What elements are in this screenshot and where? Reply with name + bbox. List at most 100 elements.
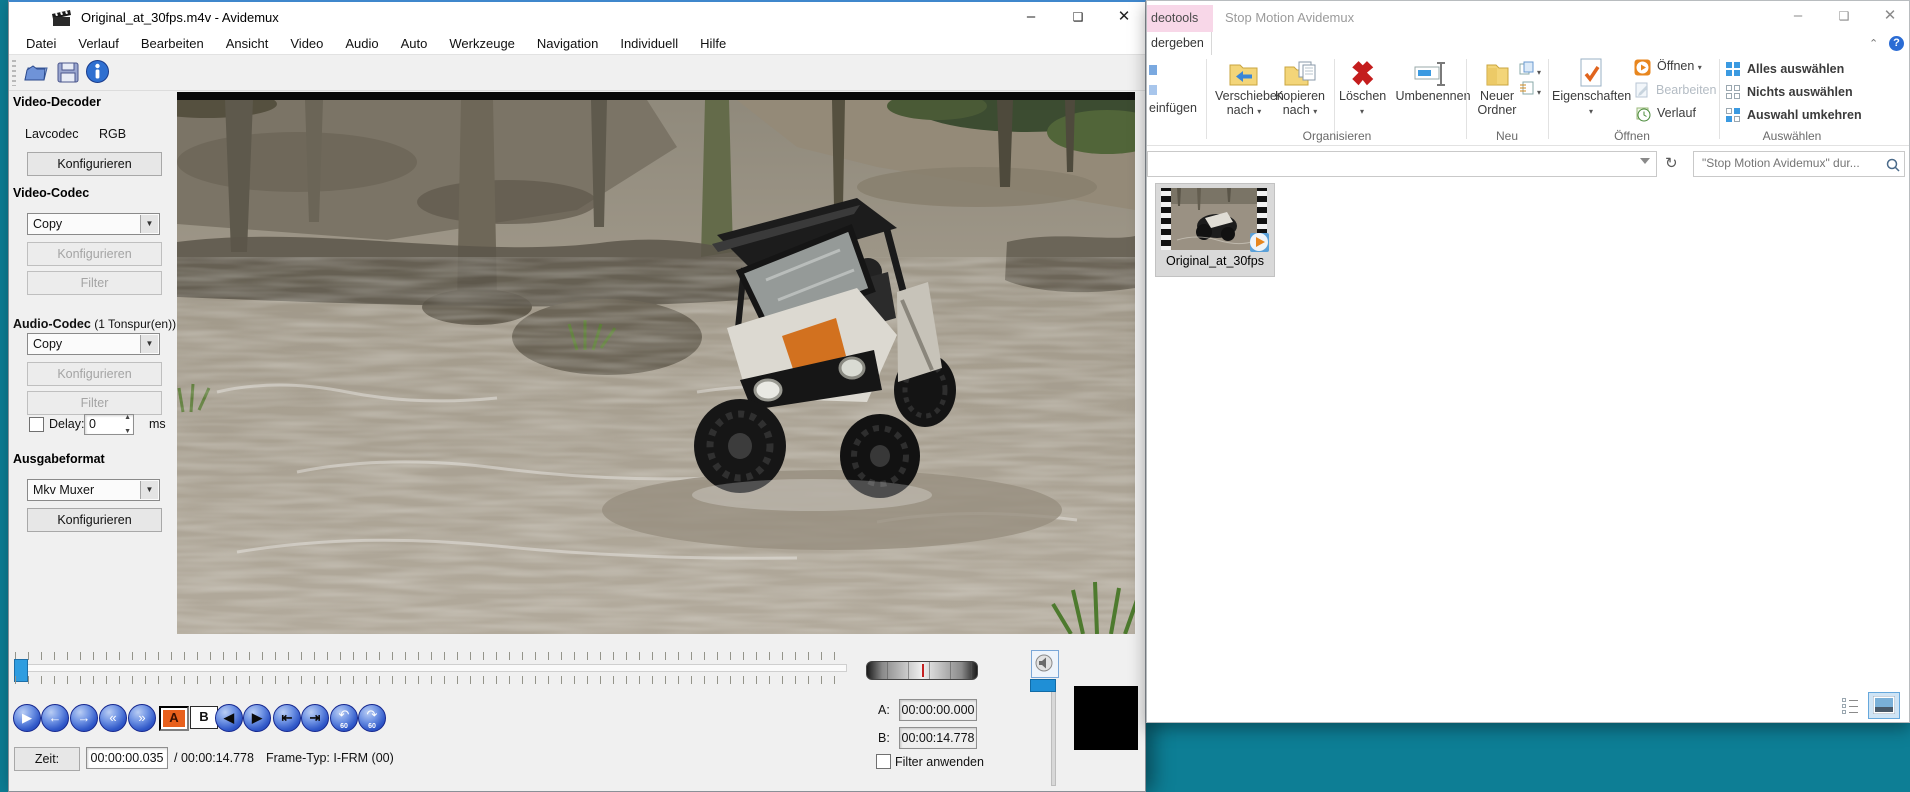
delay-spinner[interactable]: 0 ▲ ▼ — [84, 414, 134, 435]
apply-filter-label: Filter anwenden — [895, 755, 984, 769]
copy-to-icon — [1283, 59, 1317, 89]
menu-ansicht[interactable]: Ansicht — [215, 36, 280, 51]
video-thumbnail — [1161, 188, 1267, 250]
toolbar-grip[interactable] — [12, 60, 16, 86]
save-icon[interactable] — [55, 60, 81, 84]
output-format-heading: Ausgabeformat — [13, 452, 105, 466]
time-button[interactable]: Zeit: — [14, 747, 80, 771]
explorer-maximize-button[interactable]: ❑ — [1829, 5, 1859, 27]
avidemux-titlebar[interactable]: Original_at_30fps.m4v - Avidemux – ❑ ✕ — [9, 2, 1145, 33]
invert-selection-button[interactable]: Auswahl umkehren — [1726, 107, 1862, 123]
output-format-select[interactable]: Mkv Muxer▼ — [27, 479, 160, 501]
refresh-icon[interactable]: ↻ — [1665, 154, 1678, 172]
history-icon — [1634, 105, 1651, 122]
lavcodec-label[interactable]: Lavcodec — [25, 127, 79, 141]
file-name-label: Original_at_30fps — [1156, 254, 1274, 268]
new-folder-button[interactable]: NeuerOrdner — [1473, 59, 1521, 117]
info-icon[interactable] — [85, 59, 110, 84]
select-all-button[interactable]: Alles auswählen — [1726, 61, 1844, 77]
help-icon[interactable]: ? — [1889, 36, 1904, 51]
current-time-field[interactable]: 00:00:00.035 — [86, 747, 168, 769]
prev-frame-button[interactable]: ◀ — [215, 704, 243, 732]
desktop: Original_at_30fps.m4v - Avidemux – ❑ ✕ D… — [0, 0, 1910, 792]
shuttle-wheel[interactable] — [866, 661, 978, 680]
maximize-button[interactable]: ❑ — [1063, 6, 1093, 28]
select-none-button[interactable]: Nichts auswählen — [1726, 84, 1853, 100]
details-view-button[interactable] — [1842, 698, 1858, 714]
open-button[interactable]: Öffnen ▾ — [1634, 59, 1702, 75]
video-codec-heading: Video-Codec — [13, 186, 89, 200]
copy-to-button[interactable]: Kopierennach ▾ — [1273, 59, 1327, 119]
menu-individuell[interactable]: Individuell — [609, 36, 689, 51]
explorer-minimize-button[interactable]: – — [1783, 5, 1813, 27]
back-60-button[interactable]: ↶60 — [330, 704, 358, 732]
output-configure-button[interactable]: Konfigurieren — [27, 508, 162, 532]
audio-codec-select[interactable]: Copy▼ — [27, 333, 160, 355]
history-button[interactable]: Verlauf — [1634, 105, 1696, 121]
move-to-button[interactable]: Verschiebennach ▾ — [1215, 59, 1273, 119]
rewind-button[interactable]: « — [99, 704, 127, 732]
forward-60-button[interactable]: ↷60 — [358, 704, 386, 732]
video-codec-select[interactable]: Copy▼ — [27, 213, 160, 235]
spinner-up-icon[interactable]: ▲ — [124, 414, 131, 421]
fast-forward-button[interactable]: » — [128, 704, 156, 732]
decoder-configure-button[interactable]: Konfigurieren — [27, 152, 162, 176]
menu-navigation[interactable]: Navigation — [526, 36, 609, 51]
next-frame-button[interactable]: ▶ — [243, 704, 271, 732]
marker-b-label: B: — [878, 731, 890, 745]
address-bar[interactable] — [1147, 151, 1657, 177]
paste-button[interactable]: einfügen — [1149, 101, 1197, 115]
set-marker-b-button[interactable]: B — [190, 706, 218, 729]
set-marker-a-button[interactable]: A — [159, 706, 189, 731]
menu-bearbeiten[interactable]: Bearbeiten — [130, 36, 215, 51]
rgb-label[interactable]: RGB — [99, 127, 126, 141]
easy-access-button[interactable]: ▾ — [1519, 81, 1541, 98]
play-button[interactable]: ▶ — [13, 704, 41, 732]
play-overlay-icon — [1247, 230, 1271, 254]
collapse-ribbon-icon[interactable]: ⌃ — [1869, 37, 1878, 50]
menu-auto[interactable]: Auto — [390, 36, 439, 51]
explorer-close-button[interactable]: ✕ — [1875, 5, 1905, 27]
delay-checkbox[interactable] — [29, 417, 44, 432]
video-configure-button: Konfigurieren — [27, 242, 162, 266]
file-item[interactable]: Original_at_30fps — [1155, 183, 1275, 277]
delete-button[interactable]: Löschen▾ — [1339, 59, 1385, 119]
first-frame-button[interactable]: ⇤ — [273, 704, 301, 732]
move-to-icon — [1227, 59, 1261, 89]
menu-audio[interactable]: Audio — [334, 36, 389, 51]
close-button[interactable]: ✕ — [1109, 6, 1139, 28]
audio-filter-button: Filter — [27, 391, 162, 415]
group-open: Öffnen — [1597, 129, 1667, 143]
address-dropdown-icon[interactable] — [1640, 158, 1650, 164]
open-file-icon[interactable] — [23, 60, 51, 84]
mute-button[interactable] — [1031, 650, 1059, 678]
tab-wiedergeben[interactable]: dergeben — [1147, 32, 1212, 55]
audio-configure-button: Konfigurieren — [27, 362, 162, 386]
minimize-button[interactable]: – — [1016, 6, 1046, 28]
marker-b-field: 00:00:14.778 — [899, 727, 977, 749]
menu-video[interactable]: Video — [279, 36, 334, 51]
chevron-down-icon: ▼ — [140, 335, 158, 353]
menu-verlauf[interactable]: Verlauf — [67, 36, 129, 51]
group-new: Neu — [1477, 129, 1537, 143]
menu-datei[interactable]: Datei — [15, 36, 67, 51]
spinner-down-icon[interactable]: ▼ — [124, 428, 131, 435]
search-icon[interactable] — [1886, 158, 1900, 172]
apply-filter-checkbox[interactable] — [876, 754, 891, 769]
play-filtered-button[interactable]: → — [70, 704, 98, 732]
select-none-icon — [1726, 85, 1741, 99]
volume-handle[interactable] — [1030, 679, 1056, 692]
search-input[interactable] — [1700, 155, 1879, 171]
new-item-button[interactable]: ▾ — [1519, 61, 1541, 78]
timeline-slider[interactable] — [15, 664, 847, 672]
dropdown-arrow-icon: ▾ — [1589, 107, 1593, 116]
last-frame-button[interactable]: ⇥ — [301, 704, 329, 732]
search-box[interactable] — [1693, 151, 1905, 177]
menu-hilfe[interactable]: Hilfe — [689, 36, 737, 51]
volume-slider[interactable] — [1051, 680, 1056, 786]
properties-button[interactable]: Eigenschaften▾ — [1552, 57, 1630, 119]
stop-button[interactable]: ← — [41, 704, 69, 732]
menu-werkzeuge[interactable]: Werkzeuge — [438, 36, 526, 51]
large-icons-view-button[interactable] — [1868, 692, 1900, 719]
tab-videotools[interactable]: deotools — [1147, 5, 1213, 32]
